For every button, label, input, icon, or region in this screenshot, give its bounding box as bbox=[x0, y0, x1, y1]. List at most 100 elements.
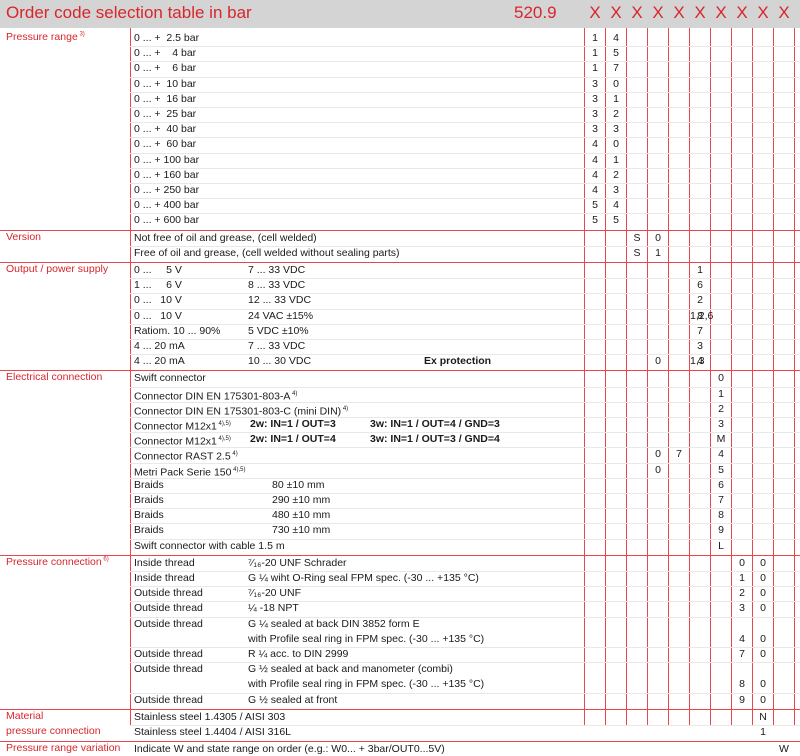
column-divider bbox=[710, 28, 711, 725]
code-digit: 0 bbox=[760, 693, 766, 706]
connection-thread-type: Outside thread bbox=[134, 602, 203, 615]
section-divider bbox=[0, 262, 800, 263]
electrical-option: Swift connector bbox=[134, 372, 206, 385]
code-digit: 3 bbox=[613, 184, 619, 196]
column-divider bbox=[668, 28, 669, 725]
electrical-option: Braids bbox=[134, 494, 164, 506]
electrical-option: Swift connector with cable 1.5 m bbox=[134, 539, 285, 552]
code-digit: 3 bbox=[592, 108, 598, 120]
power-supply: 12 ... 33 VDC bbox=[248, 294, 312, 307]
section-label-pressure-range: Pressure range 3) bbox=[6, 31, 85, 43]
table-title: Order code selection table in bar bbox=[6, 3, 252, 22]
code-digit: 5 bbox=[613, 47, 619, 60]
power-supply: 24 VAC ±15% bbox=[248, 309, 314, 322]
model-number: 520.9 bbox=[514, 3, 557, 22]
row-divider bbox=[130, 107, 800, 108]
row-divider bbox=[130, 213, 800, 215]
connection-thread-type: Outside thread bbox=[134, 663, 203, 676]
section-label-variation: Pressure range variation bbox=[6, 742, 121, 755]
row-divider bbox=[130, 662, 800, 664]
column-divider bbox=[605, 28, 606, 725]
pressure-range-value: 0 ... + 400 bar bbox=[134, 199, 200, 212]
connection-spec: ¼ -18 NPT bbox=[248, 602, 299, 615]
output-signal: 0 ... 10 V bbox=[134, 294, 182, 307]
code-position-x: X bbox=[589, 3, 601, 22]
row-divider bbox=[130, 508, 800, 510]
section-label-pressure-connection: Pressure connection 6) bbox=[6, 555, 109, 568]
pressure-range-value: 0 ... + 40 bar bbox=[134, 123, 197, 136]
output-signal: 0 ... 10 V bbox=[134, 309, 182, 322]
table-header: Order code selection table in bar 520.9 … bbox=[0, 0, 800, 28]
row-divider bbox=[130, 167, 800, 169]
code-digit: 1 bbox=[592, 47, 598, 60]
section-label-output: Output / power supply bbox=[6, 263, 109, 275]
row-divider bbox=[130, 183, 800, 184]
power-supply: 7 ... 33 VDC bbox=[248, 340, 306, 352]
power-supply: 10 ... 30 VDC bbox=[248, 355, 312, 368]
pressure-range-value: 0 ... + 6 bar bbox=[134, 62, 197, 75]
code-digit: 7 bbox=[676, 448, 682, 461]
code-digit: 4 bbox=[613, 32, 619, 44]
code-digit: S bbox=[633, 231, 641, 244]
code-digit: 5 bbox=[592, 214, 598, 227]
code-digit: 2 bbox=[613, 108, 619, 120]
row-divider bbox=[130, 61, 800, 63]
code-digit: 0 bbox=[760, 556, 766, 569]
code-digit: 1 bbox=[655, 246, 661, 259]
connection-spec-line2: with Profile seal ring in FPM spec. (-30… bbox=[248, 678, 485, 691]
electrical-option: Connector M12x1 4),5) bbox=[134, 435, 231, 448]
code-digit: 3 bbox=[592, 77, 598, 90]
electrical-detail-3w: 3w: IN=1 / OUT=3 / GND=4 bbox=[370, 433, 500, 446]
code-digit: 0 bbox=[739, 556, 745, 569]
code-digit: 0 bbox=[655, 463, 661, 476]
code-position-x: X bbox=[757, 3, 769, 22]
code-digit: 3 bbox=[739, 602, 745, 615]
electrical-option: Connector RAST 2.5 4) bbox=[134, 450, 238, 463]
section-divider bbox=[0, 708, 800, 710]
output-signal: Ratiom. 10 ... 90% bbox=[134, 324, 221, 337]
section-label-version: Version bbox=[6, 230, 42, 243]
code-digit: 7 bbox=[613, 62, 619, 75]
connection-spec: ⁷⁄₁₆-20 UNF bbox=[248, 587, 302, 600]
column-divider bbox=[731, 28, 732, 725]
power-supply: 7 ... 33 VDC bbox=[248, 264, 306, 276]
code-digit: 0 bbox=[655, 355, 661, 368]
pressure-range-value: 0 ... + 10 bar bbox=[134, 77, 197, 90]
electrical-detail: 2w: IN=1 / OUT=4 bbox=[250, 433, 336, 446]
code-digit: 0 bbox=[655, 231, 661, 244]
pressure-range-value: 0 ... + 25 bar bbox=[134, 108, 197, 120]
compatibility-note: 1,2,6 bbox=[690, 309, 714, 322]
ex-protection-note: Ex protection bbox=[424, 355, 492, 368]
material-option: Stainless steel 1.4305 / AISI 303 bbox=[134, 710, 286, 723]
code-digit: 0 bbox=[760, 587, 766, 600]
code-digit: 1 bbox=[592, 32, 598, 44]
electrical-option: Connector M12x1 4),5) bbox=[134, 420, 231, 433]
electrical-detail: 730 ±10 mm bbox=[272, 524, 331, 537]
code-digit: 4 bbox=[592, 184, 598, 196]
electrical-detail-3w: 3w: IN=1 / OUT=4 / GND=3 bbox=[370, 418, 500, 430]
connection-spec: R ¼ acc. to DIN 2999 bbox=[248, 648, 349, 660]
code-digit: 1 bbox=[739, 572, 745, 584]
code-digit: 1 bbox=[613, 92, 619, 105]
code-digit: 3 bbox=[592, 123, 598, 136]
column-divider bbox=[647, 28, 648, 725]
connection-spec: G ½ sealed at front bbox=[248, 693, 338, 706]
row-divider bbox=[130, 493, 800, 494]
pressure-range-value: 0 ... + 4 bar bbox=[134, 47, 197, 60]
column-divider bbox=[689, 28, 690, 725]
code-digit: 3 bbox=[613, 123, 619, 136]
code-position-x: X bbox=[610, 3, 622, 22]
connection-thread-type: Inside thread bbox=[134, 556, 195, 569]
code-digit: 5 bbox=[613, 214, 619, 227]
code-digit: 3 bbox=[592, 92, 598, 105]
output-signal: 0 ... 5 V bbox=[134, 264, 182, 276]
material-option: Stainless steel 1.4404 / AISI 316L bbox=[134, 726, 292, 738]
electrical-detail: 290 ±10 mm bbox=[272, 494, 331, 506]
section-label-material: Material bbox=[6, 709, 44, 722]
row-divider bbox=[130, 152, 800, 154]
electrical-option: Braids bbox=[134, 524, 164, 537]
connection-spec: G ¼ wiht O-Ring seal FPM spec. (-30 ... … bbox=[248, 572, 479, 584]
version-option: Free of oil and grease, (cell welded wit… bbox=[134, 246, 400, 259]
section-divider bbox=[0, 229, 800, 231]
code-digit: 0 bbox=[613, 77, 619, 90]
